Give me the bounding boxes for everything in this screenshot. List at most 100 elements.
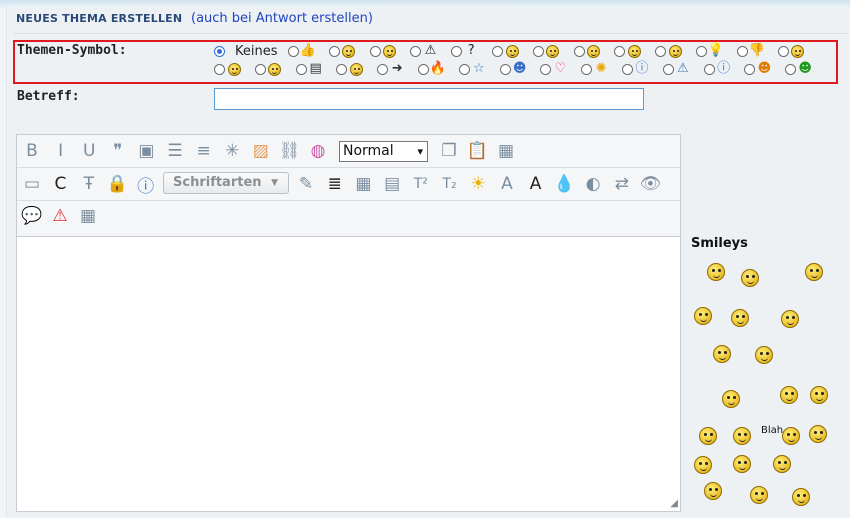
- topic-icon-radio-12[interactable]: [736, 46, 748, 57]
- topic-icon-radio-6[interactable]: [492, 46, 503, 57]
- format-select-value: Normal: [343, 143, 394, 159]
- topic-icon-radio-16[interactable]: [295, 64, 307, 75]
- smiley-icon-18[interactable]: [773, 455, 791, 473]
- toolbar-divider: [17, 167, 680, 168]
- subject-input[interactable]: [214, 88, 644, 110]
- grid-icon[interactable]: ▦: [77, 205, 99, 227]
- face-shape: [627, 44, 641, 58]
- warning-outline-icon: ⚠: [676, 61, 689, 76]
- quote-icon[interactable]: ❞: [107, 140, 129, 162]
- topic-icon-radio-7[interactable]: [532, 46, 544, 57]
- topic-icon-radio-3[interactable]: [369, 46, 381, 57]
- smiley-icon-2[interactable]: [741, 269, 759, 287]
- textbox-icon[interactable]: ▤: [381, 173, 403, 195]
- bullet-list-icon[interactable]: ☰: [164, 140, 186, 162]
- smiley-icon-16[interactable]: [694, 456, 712, 474]
- link-icon[interactable]: ⛓: [278, 140, 301, 162]
- topic-icon-radio-25[interactable]: [662, 64, 674, 75]
- paste-icon[interactable]: 📋: [467, 140, 489, 162]
- paste-text-icon[interactable]: ▦: [495, 140, 517, 162]
- code-icon[interactable]: ▣: [135, 140, 157, 162]
- smiley-icon-9[interactable]: [722, 390, 740, 408]
- face-shape: [505, 44, 519, 58]
- page-title: NEUES THEMA ERSTELLEN: [16, 12, 183, 25]
- topic-icon-radio-19[interactable]: [418, 64, 429, 75]
- copy-icon[interactable]: ❐: [438, 140, 460, 162]
- happy-icon: [227, 62, 241, 76]
- topic-icon-radio-13[interactable]: [777, 46, 789, 57]
- topic-icon-radio-21[interactable]: [499, 64, 511, 75]
- question-icon: ?: [467, 43, 475, 58]
- topic-icon-radio-15[interactable]: [254, 64, 266, 75]
- spoiler-icon[interactable]: ✳: [221, 140, 243, 162]
- green-face-icon: ☻: [798, 61, 812, 76]
- smiley-icon-4[interactable]: [694, 307, 712, 325]
- smiley-icon-20[interactable]: [750, 486, 768, 504]
- preview-icon[interactable]: 👁: [639, 173, 662, 195]
- contrast-icon[interactable]: ◐: [582, 173, 604, 195]
- chevron-down-icon: ▼: [271, 178, 278, 188]
- outline-text-icon[interactable]: A: [525, 173, 547, 195]
- topic-icon-radio-11[interactable]: [696, 46, 707, 57]
- sun-effect-icon[interactable]: ☀: [467, 173, 489, 195]
- table-icon[interactable]: ▦: [352, 173, 374, 195]
- align-center-icon[interactable]: ≣: [324, 173, 346, 195]
- message-textarea[interactable]: [17, 236, 680, 511]
- smiley-icon-17[interactable]: [733, 455, 751, 473]
- topic-icon-radio-8[interactable]: [573, 46, 585, 57]
- topic-icon-radio-20[interactable]: [458, 64, 470, 75]
- thumbs-down-icon: 👎: [748, 43, 765, 58]
- smiley-icon-14[interactable]: [782, 427, 800, 445]
- grin-icon: [342, 44, 356, 58]
- smiley-icon-8[interactable]: [755, 346, 773, 364]
- page-icon[interactable]: ▭: [21, 173, 43, 195]
- smiley-icon-10[interactable]: [780, 386, 798, 404]
- resize-grip-icon[interactable]: ◢: [670, 498, 678, 509]
- heart-icon: ♡: [554, 61, 567, 76]
- highlight-icon[interactable]: ✎: [295, 173, 317, 195]
- font-family-button[interactable]: Schriftarten ▼: [163, 172, 289, 194]
- thumbs-up-icon: 👍: [299, 43, 317, 58]
- smiley-icon-15[interactable]: [809, 425, 827, 443]
- subscript-icon[interactable]: T₂: [439, 173, 461, 195]
- smiley-icon-21[interactable]: [792, 488, 810, 506]
- topic-icon-radio-24[interactable]: [622, 64, 633, 75]
- color-picker-icon[interactable]: ◍: [307, 140, 329, 162]
- smiley-icon-19[interactable]: [704, 482, 722, 500]
- swap-icon[interactable]: ⇄: [611, 173, 633, 195]
- smiley-icon-13[interactable]: [733, 427, 751, 445]
- smiley-icon-1[interactable]: [707, 263, 725, 281]
- sun-icon: ✺: [595, 61, 607, 76]
- italic-icon[interactable]: I: [50, 140, 72, 162]
- drop-icon[interactable]: 💧: [553, 173, 575, 195]
- orange-face-icon: ☻: [757, 61, 772, 76]
- topic-icon-radio-none[interactable]: [214, 46, 225, 57]
- topic-icon-radio-26[interactable]: [703, 64, 715, 75]
- face-shape: [791, 44, 805, 58]
- format-select[interactable]: Normal ▾: [339, 141, 428, 162]
- smiley-icon-5[interactable]: [731, 309, 749, 327]
- lock-icon[interactable]: 🔒: [106, 173, 128, 195]
- copyright-icon[interactable]: C: [49, 173, 71, 195]
- shadow-text-icon[interactable]: A: [496, 173, 518, 195]
- topic-icon-radio-2[interactable]: [328, 46, 340, 57]
- smiley-icon-11[interactable]: [810, 386, 828, 404]
- topic-icon-radio-14[interactable]: [214, 64, 225, 75]
- topic-icon-radio-1[interactable]: [288, 46, 299, 57]
- smileys-title: Smileys: [691, 236, 748, 251]
- strikethrough-icon[interactable]: Ŧ: [78, 173, 100, 195]
- smiley-icon-12[interactable]: [699, 427, 717, 445]
- info-circle-icon: ⓘ: [717, 61, 731, 76]
- bold-icon[interactable]: B: [21, 140, 43, 162]
- smiley-icon-6[interactable]: [781, 310, 799, 328]
- numbered-list-icon[interactable]: ≡: [193, 140, 215, 162]
- smiley-icon-3[interactable]: [805, 263, 823, 281]
- image-icon[interactable]: ▨: [250, 140, 272, 162]
- smiley-icon-7[interactable]: [713, 345, 731, 363]
- comment-icon[interactable]: 💬: [21, 205, 43, 227]
- alert-icon[interactable]: ⚠: [49, 205, 71, 227]
- info-icon[interactable]: ⓘ: [135, 173, 157, 197]
- underline-icon[interactable]: U: [78, 140, 100, 162]
- face-shape: [349, 62, 363, 76]
- superscript-icon[interactable]: T²: [410, 173, 432, 195]
